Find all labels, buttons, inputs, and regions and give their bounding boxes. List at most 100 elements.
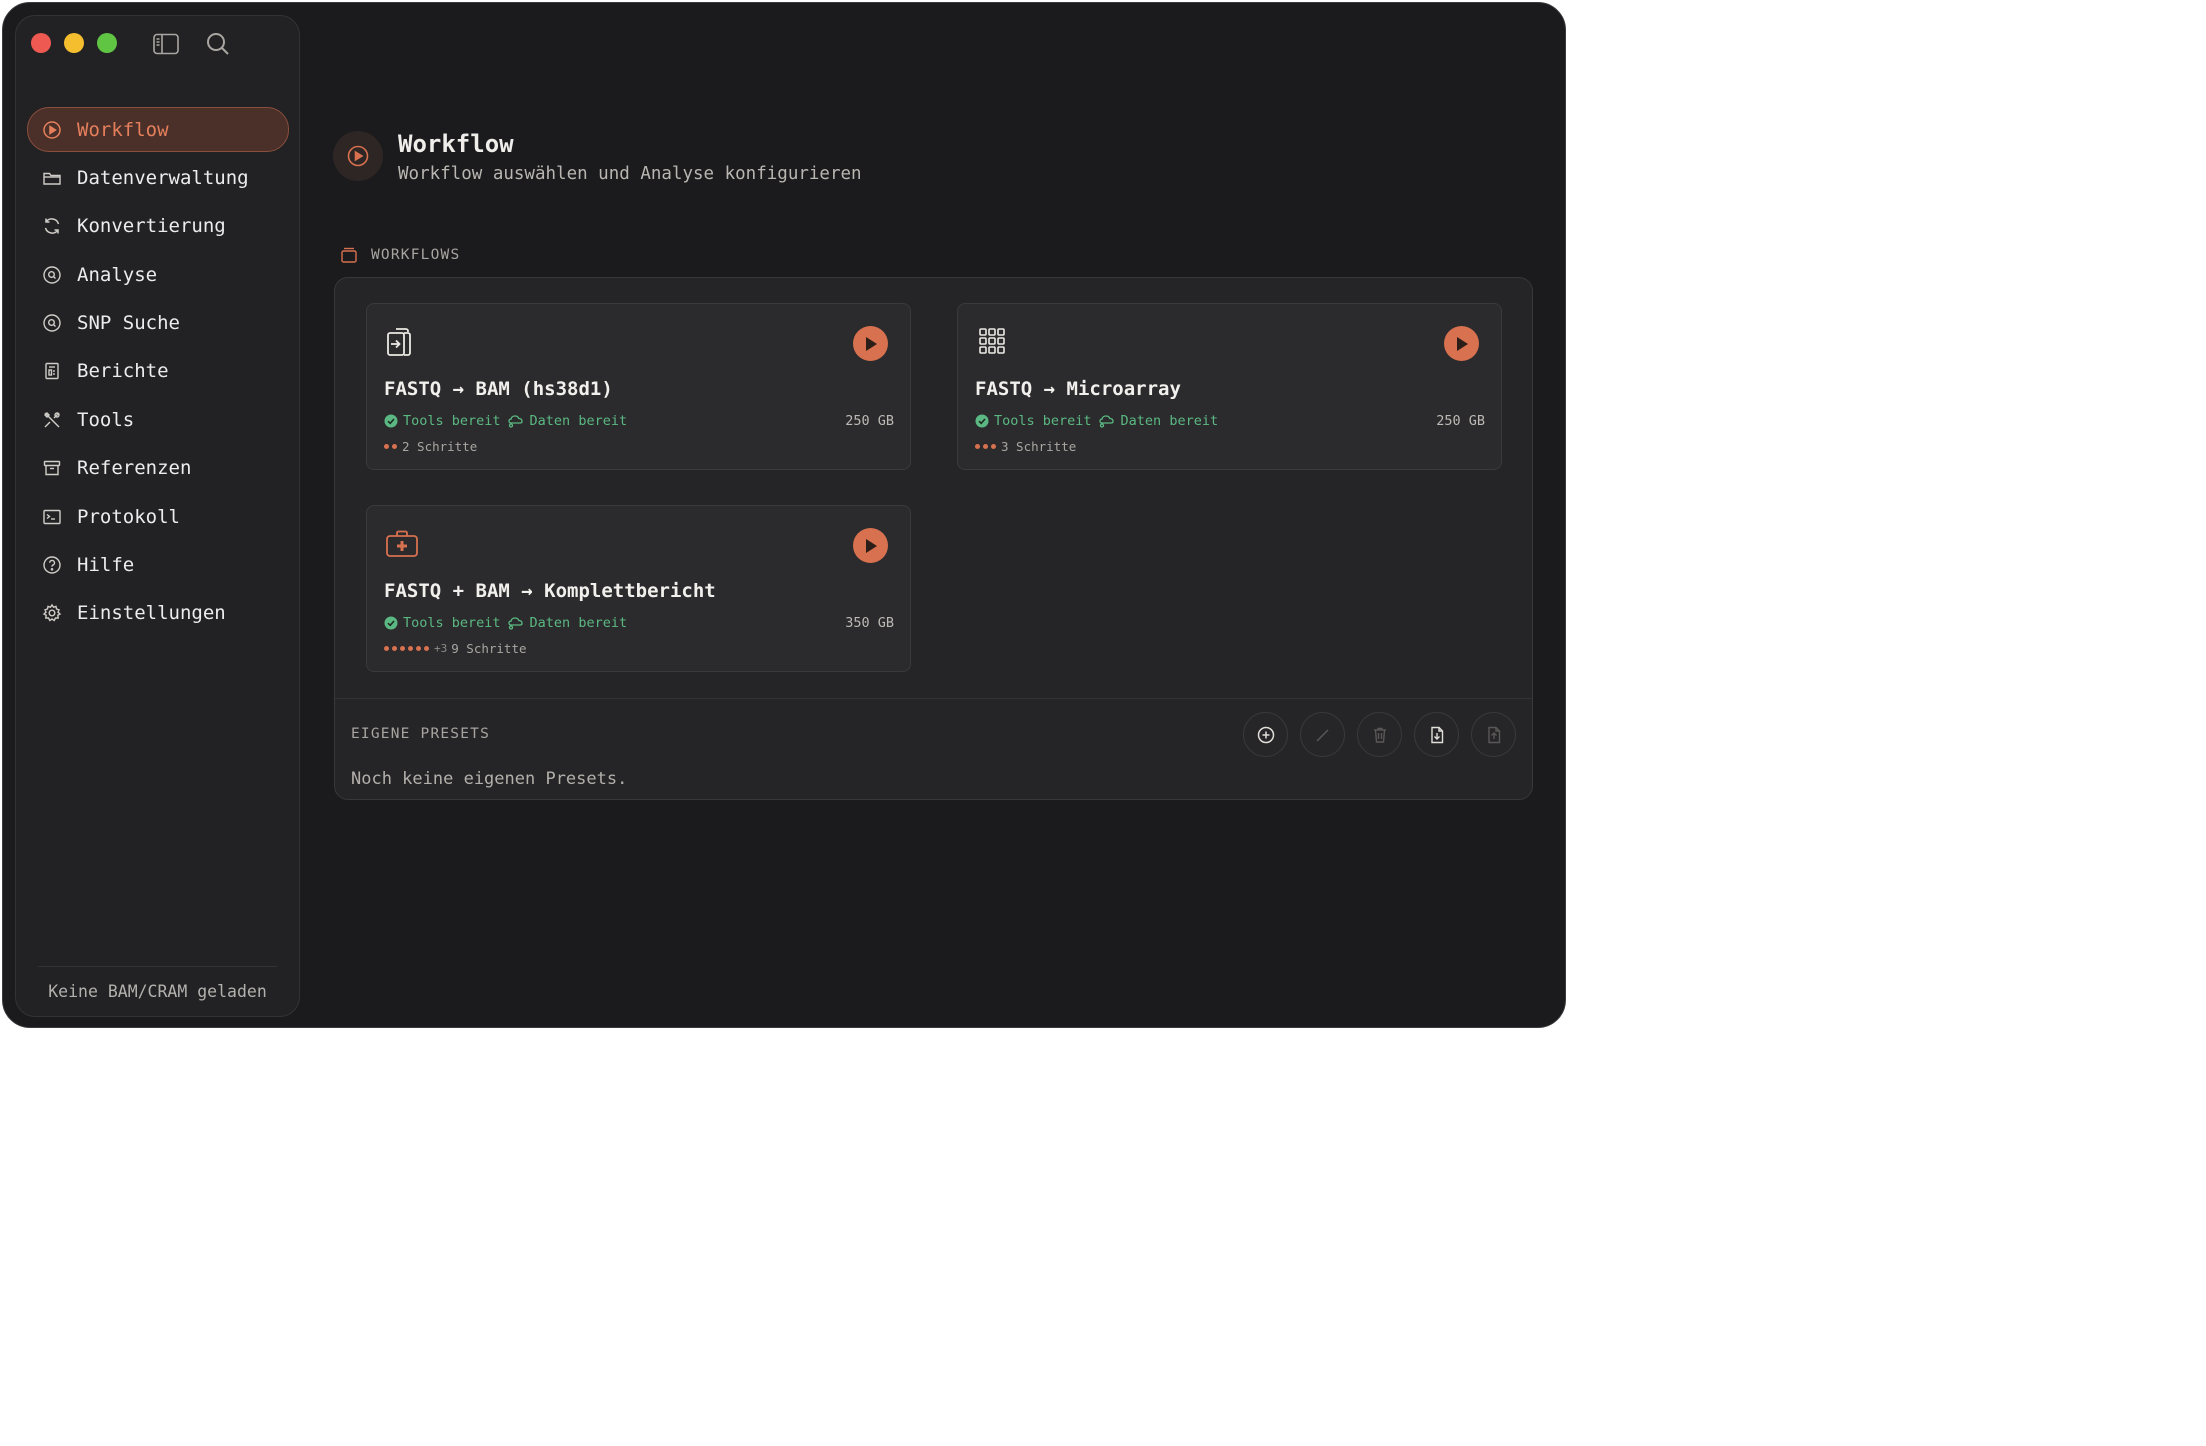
sidebar-item-label: Berichte — [77, 360, 169, 383]
tools-status: Tools bereit — [403, 615, 501, 631]
step-dot — [392, 444, 397, 449]
sidebar-item-label: Workflow — [77, 118, 169, 141]
tools-icon — [42, 410, 62, 430]
workflow-title: FASTQ + BAM → Komplettbericht — [384, 580, 716, 602]
preset-actions — [1243, 712, 1516, 757]
import-preset-icon — [1430, 726, 1443, 743]
sidebar-item-hilfe[interactable]: Hilfe — [27, 543, 289, 588]
run-workflow-button[interactable] — [1444, 326, 1479, 361]
search-icon[interactable] — [204, 30, 232, 58]
sidebar-item-konvertierung[interactable]: Konvertierung — [27, 204, 289, 249]
presets-label: EIGENE PRESETS — [351, 726, 491, 742]
check-circle-icon — [975, 414, 989, 428]
sidebar-item-tools[interactable]: Tools — [27, 397, 289, 442]
sidebar-item-label: Hilfe — [77, 554, 135, 577]
sidebar-item-label: Einstellungen — [77, 602, 226, 625]
sidebar-item-label: Tools — [77, 408, 135, 431]
sidebar-item-label: Konvertierung — [77, 215, 226, 238]
sidebar-item-protokoll[interactable]: Protokoll — [27, 494, 289, 539]
sidebar-item-datenverwaltung[interactable]: Datenverwaltung — [27, 155, 289, 200]
file-convert-icon — [384, 324, 420, 360]
workflow-status: Tools bereit Daten bereit — [384, 615, 627, 631]
presets-section: EIGENE PRESETS Noch keine eigenen Preset… — [335, 698, 1532, 799]
delete-preset-button[interactable] — [1357, 712, 1402, 757]
workflow-size: 250 GB — [845, 413, 894, 429]
minimize-window-button[interactable] — [64, 33, 84, 53]
sidebar-item-snp-suche[interactable]: SNP Suche — [27, 301, 289, 346]
add-preset-button[interactable] — [1243, 712, 1288, 757]
close-window-button[interactable] — [31, 33, 51, 53]
workflow-steps: +3 9 Schritte — [384, 641, 527, 656]
sidebar-item-label: Datenverwaltung — [77, 166, 249, 189]
sidebar-toggle-icon[interactable] — [152, 30, 180, 58]
archive-icon — [42, 458, 62, 478]
grid-icon — [975, 324, 1011, 360]
step-dot — [384, 444, 389, 449]
page-subtitle: Workflow auswählen und Analyse konfiguri… — [398, 164, 862, 184]
edit-preset-icon — [1315, 728, 1329, 742]
page-header-icon — [333, 131, 383, 181]
run-workflow-button[interactable] — [853, 528, 888, 563]
sidebar-item-einstellungen[interactable]: Einstellungen — [27, 591, 289, 636]
step-dot — [424, 646, 429, 651]
edit-preset-button[interactable] — [1300, 712, 1345, 757]
workflow-title: FASTQ → Microarray — [975, 378, 1181, 400]
workflow-status: Tools bereit Daten bereit — [975, 413, 1218, 429]
data-status-icon — [507, 617, 523, 630]
steps-label: 2 Schritte — [402, 439, 478, 454]
data-status: Daten bereit — [529, 413, 628, 429]
step-dot — [991, 444, 996, 449]
step-dot — [975, 444, 980, 449]
workflow-card[interactable]: FASTQ + BAM → Komplettbericht Tools bere… — [366, 505, 911, 672]
step-dot — [400, 646, 405, 651]
step-dot — [384, 646, 389, 651]
steps-label: 3 Schritte — [1001, 439, 1077, 454]
sidebar-status: Keine BAM/CRAM geladen — [38, 966, 277, 1016]
export-preset-button[interactable] — [1471, 712, 1516, 757]
sidebar-item-berichte[interactable]: Berichte — [27, 349, 289, 394]
sidebar-nav: Workflow Datenverwaltung Konvertierung A… — [27, 107, 289, 639]
sidebar-item-label: Referenzen — [77, 457, 192, 480]
sidebar-item-referenzen[interactable]: Referenzen — [27, 446, 289, 491]
folder-icon — [42, 168, 62, 188]
import-preset-button[interactable] — [1414, 712, 1459, 757]
zoom-window-button[interactable] — [97, 33, 117, 53]
step-dot — [983, 444, 988, 449]
workflow-card[interactable]: FASTQ → BAM (hs38d1) Tools bereit Daten … — [366, 303, 911, 470]
tools-status: Tools bereit — [994, 413, 1092, 429]
workflow-card[interactable]: FASTQ → Microarray Tools bereit Daten be… — [957, 303, 1502, 470]
workflow-size: 250 GB — [1436, 413, 1485, 429]
workflows-section-label: WORKFLOWS — [340, 246, 460, 264]
tools-status: Tools bereit — [403, 413, 501, 429]
check-circle-icon — [384, 616, 398, 630]
workflows-label: WORKFLOWS — [371, 247, 461, 263]
search-circle-icon — [42, 265, 62, 285]
presets-empty-text: Noch keine eigenen Presets. — [351, 769, 628, 789]
sidebar: Workflow Datenverwaltung Konvertierung A… — [15, 15, 300, 1017]
workflow-steps: 2 Schritte — [384, 439, 477, 454]
terminal-icon — [42, 507, 62, 527]
sidebar-item-workflow[interactable]: Workflow — [27, 107, 289, 152]
data-status: Daten bereit — [529, 615, 628, 631]
workflows-panel: FASTQ → BAM (hs38d1) Tools bereit Daten … — [334, 277, 1533, 800]
step-dot — [408, 646, 413, 651]
steps-label: 9 Schritte — [451, 641, 527, 656]
sidebar-item-label: SNP Suche — [77, 312, 180, 335]
workflow-size: 350 GB — [845, 615, 894, 631]
app-window: Workflow Datenverwaltung Konvertierung A… — [2, 2, 1566, 1028]
medical-kit-icon — [384, 526, 420, 562]
workflow-status: Tools bereit Daten bereit — [384, 413, 627, 429]
sidebar-item-analyse[interactable]: Analyse — [27, 252, 289, 297]
check-circle-icon — [384, 414, 398, 428]
run-workflow-button[interactable] — [853, 326, 888, 361]
gear-icon — [42, 603, 62, 623]
step-dot — [392, 646, 397, 651]
report-icon — [42, 361, 62, 381]
workflow-title: FASTQ → BAM (hs38d1) — [384, 378, 613, 400]
workflow-steps: 3 Schritte — [975, 439, 1076, 454]
data-status: Daten bereit — [1120, 413, 1219, 429]
export-preset-icon — [1487, 726, 1500, 743]
more-steps-badge: +3 — [434, 642, 448, 655]
add-preset-icon — [1257, 726, 1274, 743]
step-dot — [416, 646, 421, 651]
